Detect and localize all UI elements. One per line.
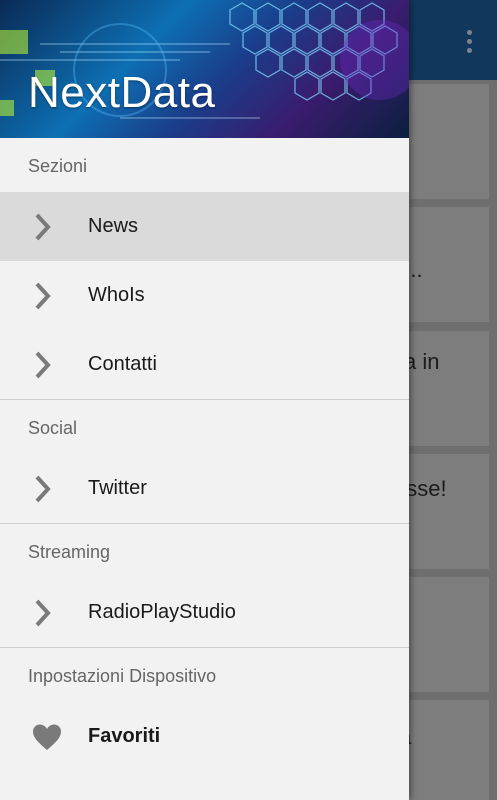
chevron-right-icon (0, 350, 88, 380)
chevron-right-icon (0, 212, 88, 242)
heart-icon (0, 723, 88, 751)
drawer-item-radioplaystudio[interactable]: RadioPlayStudio (0, 578, 409, 647)
section-header-streaming: Streaming (28, 542, 111, 562)
drawer-item-twitter[interactable]: Twitter (0, 454, 409, 523)
drawer-item-label: Favoriti (88, 725, 161, 747)
section-header-impostazioni: Inpostazioni Dispositivo (28, 666, 217, 686)
drawer-item-label: Twitter (88, 477, 147, 499)
section-header-social: Social (28, 418, 78, 438)
drawer-item-label: WhoIs (88, 284, 145, 306)
app-title: NextData (28, 68, 216, 117)
chevron-right-icon (0, 598, 88, 628)
settings-icon (0, 792, 88, 800)
drawer-item-partial[interactable] (0, 771, 409, 800)
section-header-sezioni: Sezioni (28, 156, 88, 176)
chevron-right-icon (0, 474, 88, 504)
drawer-item-label: News (88, 215, 139, 237)
navigation-drawer: NextData Sezioni News WhoIs Contatti Soc… (0, 0, 409, 800)
chevron-right-icon (0, 281, 88, 311)
drawer-item-news[interactable]: News (0, 192, 409, 261)
drawer-item-label: Contatti (88, 353, 157, 375)
drawer-header: NextData (0, 0, 409, 138)
drawer-item-label: RadioPlayStudio (88, 601, 236, 623)
drawer-item-contatti[interactable]: Contatti (0, 330, 409, 399)
drawer-item-whois[interactable]: WhoIs (0, 261, 409, 330)
drawer-item-favoriti[interactable]: Favoriti (0, 702, 409, 771)
